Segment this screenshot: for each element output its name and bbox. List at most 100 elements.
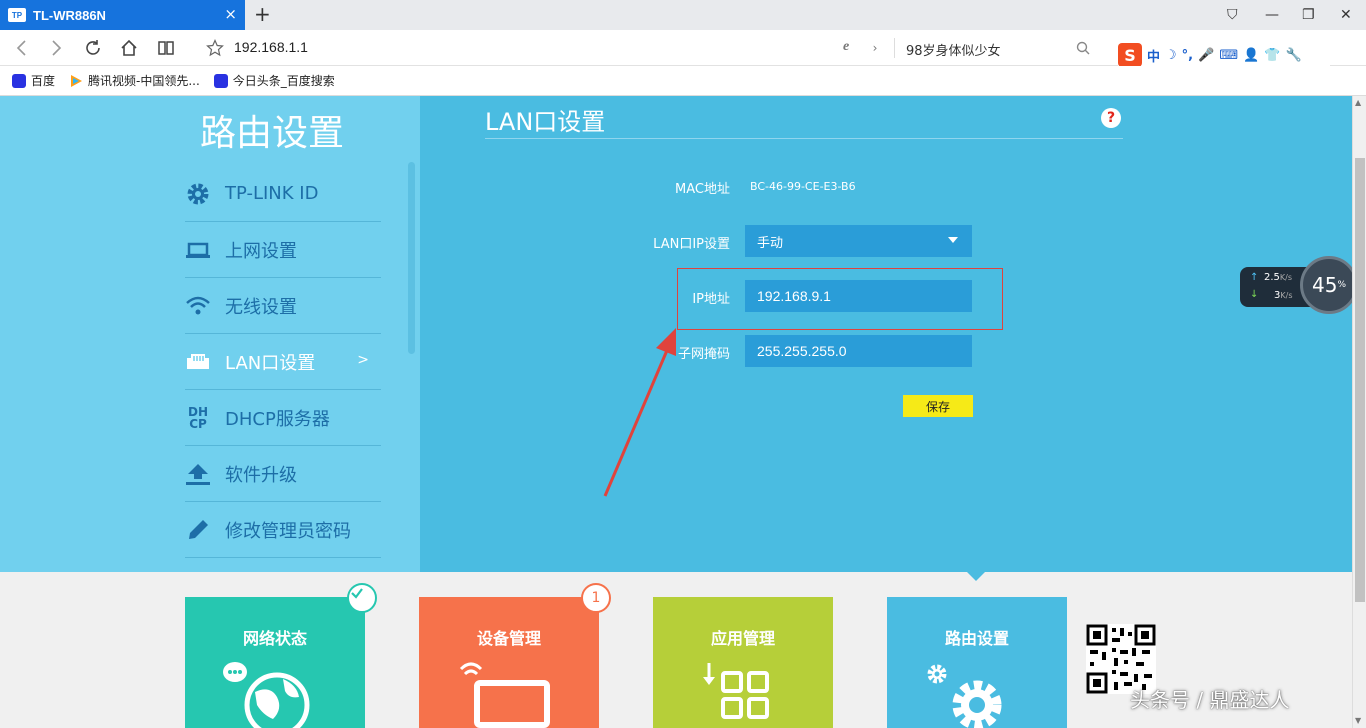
menu-scrollbar[interactable] xyxy=(408,162,415,354)
scrollbar-thumb[interactable] xyxy=(1355,158,1365,602)
router-admin-page: 路由设置 TP-LINK ID 上网设置 无线设置 LAN口设置 > DH CP… xyxy=(0,96,1352,728)
tile-device-management[interactable]: 设备管理 1 xyxy=(419,583,611,728)
lan-ip-mode-value: 手动 xyxy=(757,234,784,250)
memory-percent: 45 xyxy=(1311,273,1338,297)
minimize-button[interactable]: — xyxy=(1265,6,1279,24)
favorite-button[interactable] xyxy=(204,37,226,59)
forward-button[interactable] xyxy=(46,37,68,59)
menu-item-label: LAN口设置 xyxy=(225,352,316,374)
tile-router-settings[interactable]: 路由设置 xyxy=(887,597,1067,728)
download-arrow-icon: ↓ xyxy=(1250,289,1259,300)
ethernet-port-icon xyxy=(185,349,211,375)
book-icon xyxy=(158,41,174,55)
new-tab-button[interactable]: + xyxy=(254,3,271,25)
menu-item-tplink-id[interactable]: TP-LINK ID xyxy=(185,166,381,222)
menu-item-label: TP-LINK ID xyxy=(225,183,319,204)
globe-icon xyxy=(223,662,310,728)
watermark-text: 头条号 / 鼎盛达人 xyxy=(1130,688,1290,712)
microphone-icon[interactable]: 🎤 xyxy=(1198,48,1214,63)
back-button[interactable] xyxy=(10,37,32,59)
ip-address-field[interactable]: 192.168.9.1 xyxy=(745,280,972,312)
home-button[interactable] xyxy=(118,37,140,59)
reload-button[interactable] xyxy=(82,37,104,59)
percent-sign: % xyxy=(1337,280,1346,290)
bookmark-label: 腾讯视频-中国领先... xyxy=(88,74,200,88)
tp-link-favicon: TP xyxy=(8,8,26,22)
bookmark-baidu[interactable]: 百度 xyxy=(12,72,55,89)
keyboard-icon[interactable]: ⌨ xyxy=(1219,48,1238,63)
bookmarks-bar: 百度 腾讯视频-中国领先... 今日头条_百度搜索 xyxy=(0,66,1366,96)
menu-item-label: DHCP服务器 xyxy=(225,408,330,430)
ie-engine-icon[interactable]: e xyxy=(843,39,849,55)
laptop-wifi-icon xyxy=(459,662,550,728)
settings-menu: TP-LINK ID 上网设置 无线设置 LAN口设置 > DH CP DHCP… xyxy=(185,166,381,558)
gears-icon xyxy=(927,664,1002,728)
dhcp-icon-line-1: DH xyxy=(187,404,208,419)
wrench-icon[interactable]: 🔧 xyxy=(1285,48,1301,63)
search-button[interactable] xyxy=(1072,37,1094,59)
tile-network-status[interactable]: 网络状态 xyxy=(185,583,377,728)
skin-shirt-icon[interactable]: 👕 xyxy=(1264,48,1280,63)
scroll-down-arrow-icon[interactable]: ▼ xyxy=(1355,716,1361,725)
menu-item-label: 无线设置 xyxy=(225,296,297,318)
half-width-icon[interactable]: ☽ xyxy=(1165,48,1177,63)
pencil-icon xyxy=(185,517,211,543)
browser-titlebar: TP TL-WR886N × + ⛉ — ❐ ✕ xyxy=(0,0,1366,30)
forward-arrow-icon xyxy=(52,40,62,56)
chinese-mode-icon[interactable]: 中 xyxy=(1147,46,1160,65)
search-input[interactable]: 98岁身体似少女 xyxy=(906,40,1001,59)
restore-button[interactable]: ❐ xyxy=(1302,6,1315,24)
dhcp-icon: DH CP xyxy=(185,405,211,431)
upload-icon xyxy=(185,461,211,487)
menu-item-label: 修改管理员密码 xyxy=(225,520,351,542)
baidu-paw-icon xyxy=(213,73,228,88)
search-icon xyxy=(1076,41,1090,55)
back-arrow-icon xyxy=(16,40,26,56)
pin-icon[interactable]: ⛉ xyxy=(1227,6,1238,24)
bookmark-tencent-video[interactable]: 腾讯视频-中国领先... xyxy=(69,72,200,89)
mac-value: BC-46-99-CE-E3-B6 xyxy=(750,180,856,193)
scroll-up-arrow-icon[interactable]: ▲ xyxy=(1355,98,1361,107)
menu-item-dhcp[interactable]: DH CP DHCP服务器 xyxy=(185,390,381,446)
active-tile-pointer xyxy=(967,572,985,581)
page-title: 路由设置 xyxy=(200,113,345,154)
dhcp-icon-line-2: CP xyxy=(189,416,207,431)
bookmark-label: 今日头条_百度搜索 xyxy=(232,74,335,88)
apps-grid-icon xyxy=(703,663,769,719)
help-icon[interactable]: ? xyxy=(1101,108,1121,128)
upload-speed: 2.5K/s xyxy=(1264,272,1293,283)
bookmark-label: 百度 xyxy=(31,74,56,88)
tile-app-management[interactable]: 应用管理 xyxy=(653,597,833,728)
menu-item-wireless[interactable]: 无线设置 xyxy=(185,278,381,334)
reader-button[interactable] xyxy=(155,37,177,59)
save-button[interactable]: 保存 xyxy=(903,395,973,417)
subnet-mask-field[interactable]: 255.255.255.0 xyxy=(745,335,972,367)
gear-icon xyxy=(185,181,211,207)
menu-item-admin-password[interactable]: 修改管理员密码 xyxy=(185,502,381,558)
download-speed: 3K/s xyxy=(1274,290,1293,301)
punctuation-icon[interactable]: °, xyxy=(1182,48,1193,63)
memory-usage-gauge[interactable]: 45% xyxy=(1300,256,1358,314)
annotation-arrow-icon xyxy=(603,328,676,497)
browser-tab[interactable]: TP TL-WR886N × xyxy=(0,0,245,30)
bookmark-toutiao-search[interactable]: 今日头条_百度搜索 xyxy=(213,72,335,89)
page-scrollbar[interactable]: ▲ ▼ xyxy=(1352,96,1366,728)
star-icon xyxy=(206,39,224,57)
chevron-right-icon: > xyxy=(357,352,369,368)
reload-icon xyxy=(86,40,100,55)
dropdown-caret-icon xyxy=(948,237,958,243)
chevron-right-icon[interactable]: › xyxy=(864,37,886,59)
menu-item-lan[interactable]: LAN口设置 > xyxy=(185,334,381,390)
menu-item-internet[interactable]: 上网设置 xyxy=(185,222,381,278)
tab-close-button[interactable]: × xyxy=(224,6,237,22)
tab-title: TL-WR886N xyxy=(33,7,106,23)
network-speed-widget[interactable]: ↑ 2.5K/s ↓ 3K/s 45% xyxy=(1240,256,1358,316)
wifi-icon xyxy=(185,293,211,319)
close-window-button[interactable]: ✕ xyxy=(1340,6,1352,24)
address-bar[interactable]: 192.168.1.1 xyxy=(234,39,308,55)
user-icon[interactable]: 👤 xyxy=(1243,48,1259,63)
lan-ip-mode-select[interactable]: 手动 xyxy=(745,225,972,257)
sogou-logo-icon[interactable]: S xyxy=(1118,43,1142,67)
menu-item-upgrade[interactable]: 软件升级 xyxy=(185,446,381,502)
menu-item-label: 上网设置 xyxy=(225,240,297,262)
